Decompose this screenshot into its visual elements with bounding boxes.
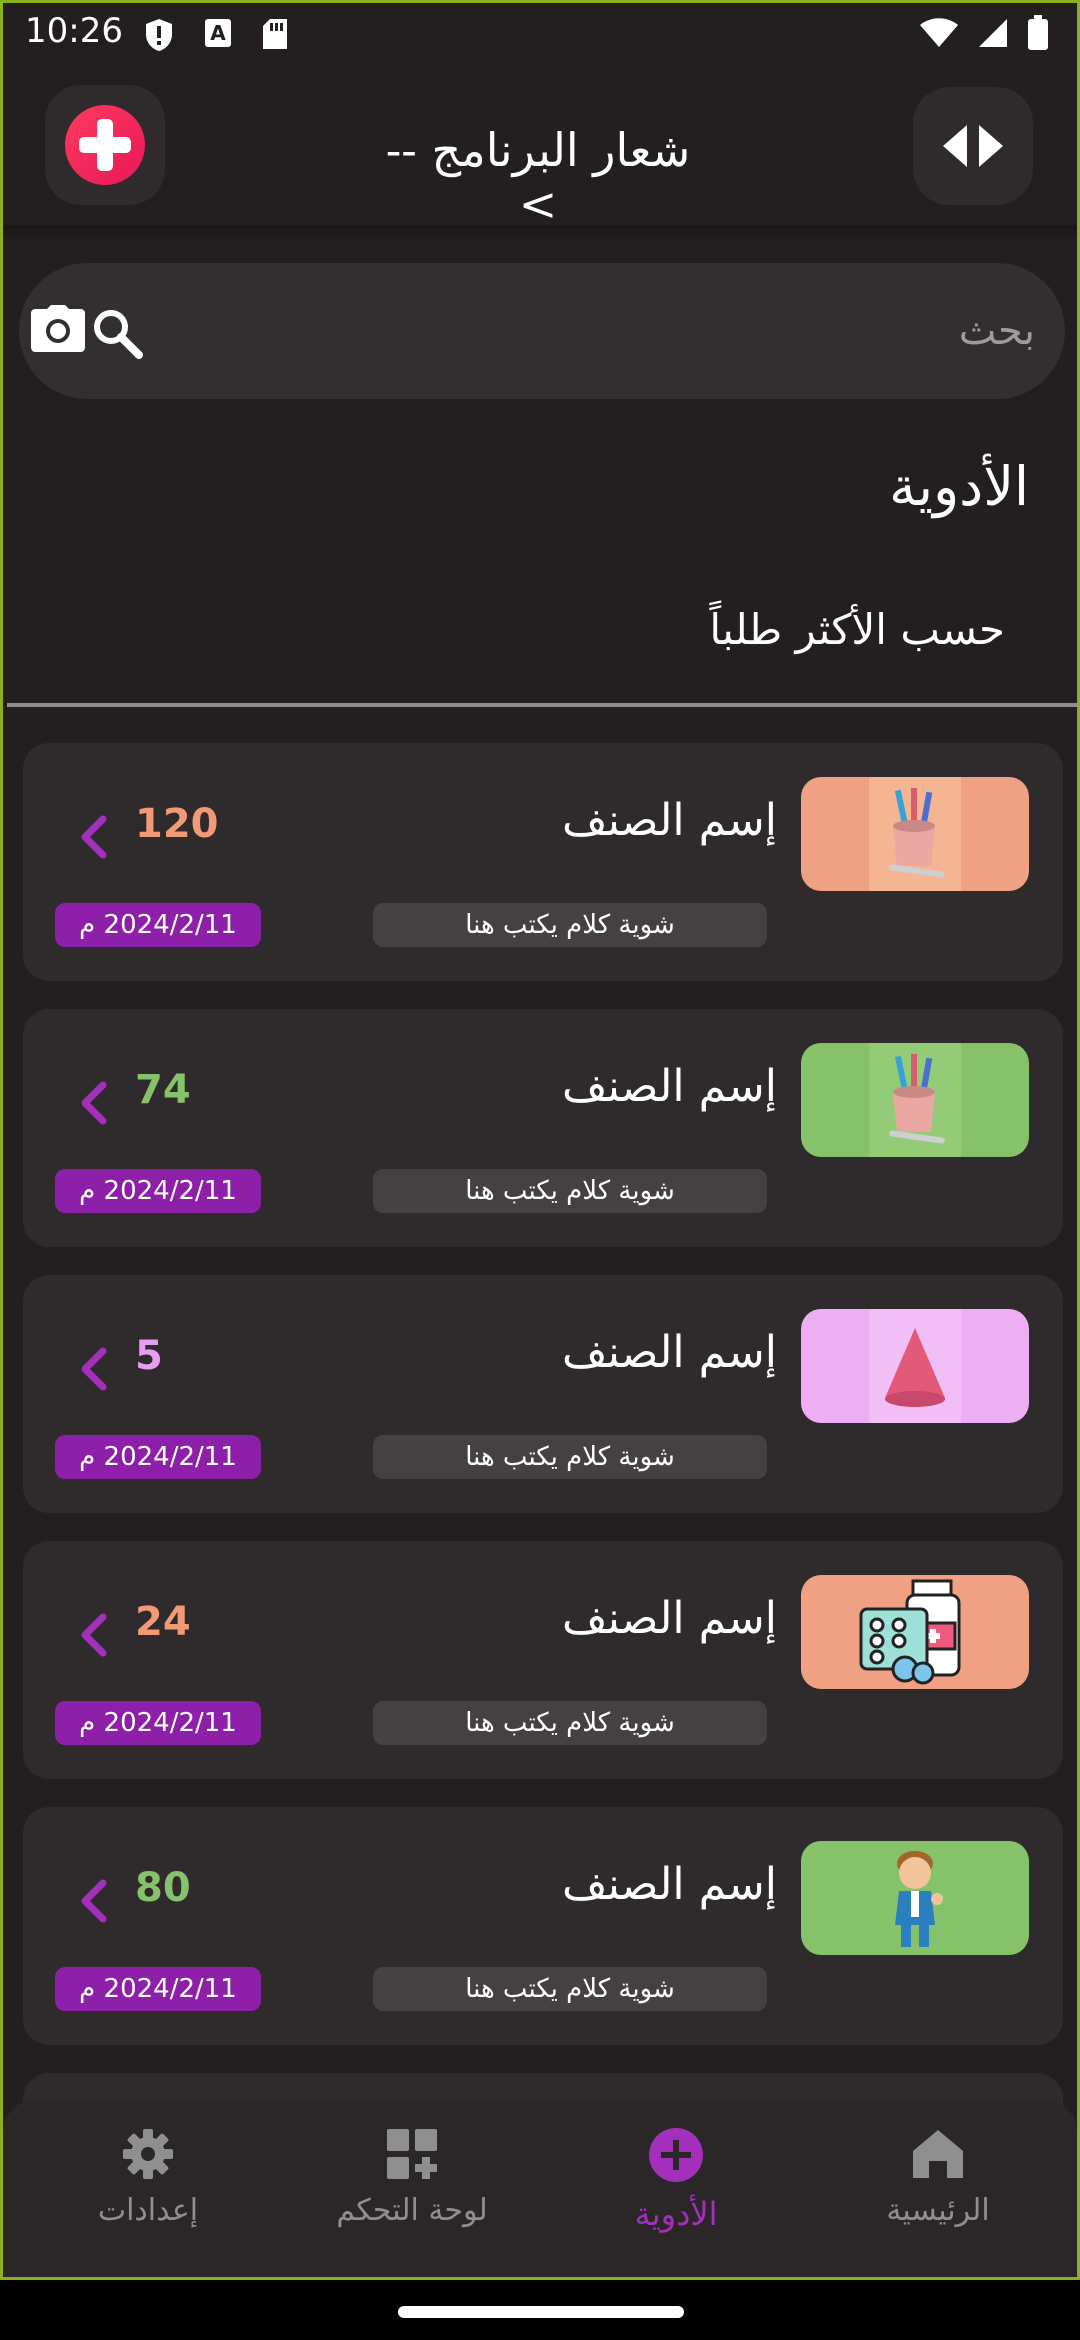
item-description: شوية كلام يكتب هنا [373,903,767,947]
chevron-left-icon[interactable] [79,1879,109,1927]
pencil-cup-image [869,1043,961,1157]
app-bar: شعار البرنامج --> [3,65,1077,231]
medicine-list: إسم الصنف 120 شوية كلام يكتب هنا 2024/2/… [23,743,1063,2133]
doctor-image [850,1841,980,1955]
search-icon[interactable] [91,307,145,365]
medicine-card[interactable]: إسم الصنف 5 شوية كلام يكتب هنا 2024/2/11… [23,1275,1063,1513]
thumb-frame [801,1841,1029,1955]
item-date: 2024/2/11 م [55,1701,261,1745]
status-bar: 10:26 A [3,3,1077,65]
app-title: شعار البرنامج --> [385,123,691,231]
gesture-bar[interactable] [398,2306,684,2318]
dashboard-add-icon [387,2129,437,2179]
sort-filter-label[interactable]: حسب الأكثر طلباً [709,605,1005,654]
item-count: 80 [135,1865,191,1911]
signal-icon [977,17,1009,53]
medicine-card[interactable]: إسم الصنف 80 شوية كلام يكتب هنا 2024/2/1… [23,1807,1063,2045]
item-name: إسم الصنف [562,1859,777,1910]
nav-home[interactable]: الرئيسية [823,2127,1053,2257]
thumb-frame [801,777,1029,891]
battery-icon [1027,15,1049,55]
thumb-frame [801,1309,1029,1423]
cone-image [869,1309,961,1423]
header-shadow [3,225,1077,243]
item-name: إسم الصنف [562,1593,777,1644]
code-toggle-button[interactable] [913,87,1033,205]
app-frame: 10:26 A شعار البرنامج --> بحث الأدوية حس… [0,0,1080,2280]
item-count: 24 [135,1599,191,1645]
medicine-card[interactable]: إسم الصنف 74 شوية كلام يكتب هنا 2024/2/1… [23,1009,1063,1247]
plus-circle-icon [649,2128,703,2182]
medicine-bottle-image [850,1575,980,1689]
nav-medicines[interactable]: الأدوية [561,2127,791,2257]
camera-icon[interactable] [31,305,85,357]
item-name: إسم الصنف [562,1327,777,1378]
bottom-navigation: إعدادات لوحة التحكم الأدوية الرئيسية [3,2099,1077,2277]
shield-alert-icon [143,17,175,57]
chevron-left-icon[interactable] [79,1347,109,1395]
medical-cross-icon [65,105,145,185]
status-time: 10:26 [25,11,123,51]
nav-settings-label: إعدادات [97,2193,199,2228]
search-bar[interactable] [19,263,1065,399]
a-box-icon: A [203,17,233,53]
search-input[interactable] [255,293,1035,369]
thumb-frame [801,1043,1029,1157]
item-date: 2024/2/11 م [55,903,261,947]
section-title: الأدوية [889,455,1029,518]
divider [7,703,1077,707]
gear-icon [123,2129,173,2179]
chevron-left-icon[interactable] [79,1613,109,1661]
nav-home-label: الرئيسية [886,2193,990,2228]
item-name: إسم الصنف [562,1061,777,1112]
item-description: شوية كلام يكتب هنا [373,1701,767,1745]
nav-dashboard-label: لوحة التحكم [336,2193,488,2228]
nav-medicines-label: الأدوية [634,2195,718,2233]
item-description: شوية كلام يكتب هنا [373,1967,767,2011]
sd-card-icon [261,17,289,55]
logo-button[interactable] [45,85,165,205]
item-description: شوية كلام يكتب هنا [373,1435,767,1479]
item-name: إسم الصنف [562,795,777,846]
chevron-left-icon[interactable] [79,1081,109,1129]
svg-text:A: A [210,21,226,45]
medicine-card[interactable]: إسم الصنف 120 شوية كلام يكتب هنا 2024/2/… [23,743,1063,981]
item-count: 74 [135,1067,191,1113]
code-arrows-icon [943,125,1003,167]
nav-dashboard[interactable]: لوحة التحكم [297,2127,527,2257]
home-icon [913,2130,963,2178]
medicine-card[interactable]: إسم الصنف 24 شوية كلام يكتب هنا 2024/2/1… [23,1541,1063,1779]
item-date: 2024/2/11 م [55,1169,261,1213]
item-date: 2024/2/11 م [55,1435,261,1479]
pencil-cup-image [869,777,961,891]
chevron-left-icon[interactable] [79,815,109,863]
item-count: 5 [135,1333,163,1379]
item-description: شوية كلام يكتب هنا [373,1169,767,1213]
wifi-icon [919,17,959,53]
nav-settings[interactable]: إعدادات [33,2127,263,2257]
item-date: 2024/2/11 م [55,1967,261,2011]
item-count: 120 [135,801,219,847]
thumb-frame [801,1575,1029,1689]
